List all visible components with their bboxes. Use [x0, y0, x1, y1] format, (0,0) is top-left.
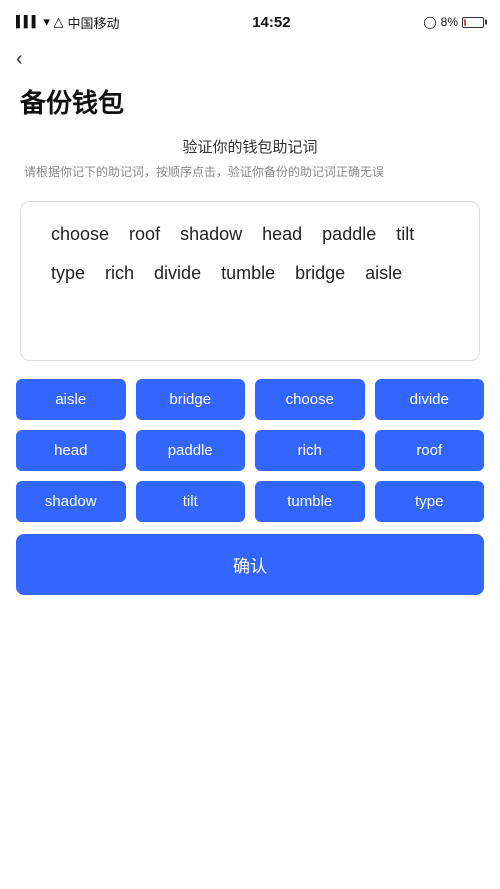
word-button-tilt[interactable]: tilt	[136, 481, 246, 522]
status-time: 14:52	[252, 14, 290, 31]
status-right: ◯ 8%	[423, 15, 484, 29]
displayed-word: shadow	[170, 220, 252, 249]
word-button-rich[interactable]: rich	[255, 430, 365, 471]
word-button-tumble[interactable]: tumble	[255, 481, 365, 522]
status-left: ▌▌▌ ▾ △ 中国移动	[16, 13, 120, 32]
subtitle-main: 验证你的钱包助记词	[20, 136, 480, 157]
word-display-box: chooseroofshadowheadpaddletilt typerichdi…	[20, 201, 480, 361]
displayed-word: bridge	[285, 259, 355, 288]
word-button-type[interactable]: type	[375, 481, 485, 522]
word-button-choose[interactable]: choose	[255, 379, 365, 420]
word-button-divide[interactable]: divide	[375, 379, 485, 420]
word-button-shadow[interactable]: shadow	[16, 481, 126, 522]
word-button-roof[interactable]: roof	[375, 430, 485, 471]
displayed-word: roof	[119, 220, 170, 249]
displayed-word: choose	[41, 220, 119, 249]
page-title: 备份钱包	[0, 75, 500, 136]
subtitle-desc: 请根据你记下的助记词，按顺序点击，验证你备份的助记词正确无误	[20, 163, 480, 181]
displayed-word: aisle	[355, 259, 412, 288]
signal-icon: ▌▌▌	[16, 16, 39, 28]
displayed-word: tumble	[211, 259, 285, 288]
status-bar: ▌▌▌ ▾ △ 中国移动 14:52 ◯ 8%	[0, 0, 500, 40]
displayed-word: rich	[95, 259, 144, 288]
word-button-paddle[interactable]: paddle	[136, 430, 246, 471]
displayed-word: paddle	[312, 220, 386, 249]
back-button[interactable]: ‹	[0, 40, 500, 75]
satellite-icon: ◯	[423, 15, 436, 29]
word-buttons-grid: aislebridgechoosedivide headpaddlerichroo…	[16, 379, 484, 522]
displayed-word: divide	[144, 259, 211, 288]
word-button-head[interactable]: head	[16, 430, 126, 471]
word-button-bridge[interactable]: bridge	[136, 379, 246, 420]
carrier-label: 中国移动	[68, 13, 120, 32]
battery-icon	[462, 17, 484, 28]
displayed-word: tilt	[386, 220, 424, 249]
back-arrow-icon: ‹	[16, 48, 23, 71]
battery-percent: 8%	[441, 15, 458, 29]
subtitle-section: 验证你的钱包助记词 请根据你记下的助记词，按顺序点击，验证你备份的助记词正确无误	[0, 136, 500, 189]
confirm-button[interactable]: 确认	[16, 534, 484, 595]
word-button-aisle[interactable]: aisle	[16, 379, 126, 420]
displayed-word: type	[41, 259, 95, 288]
wifi-icon: ▾ △	[43, 14, 63, 30]
displayed-word: head	[252, 220, 312, 249]
